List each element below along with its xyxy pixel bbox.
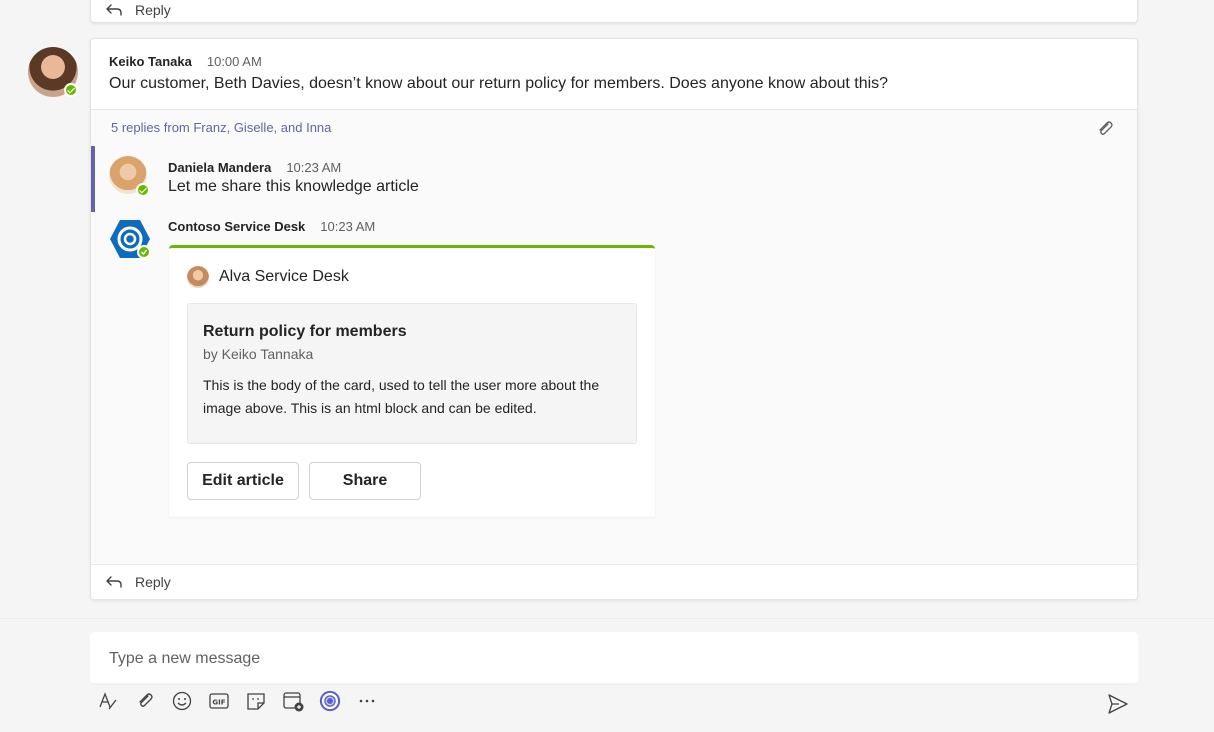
- message-text: Let me share this knowledge article: [168, 178, 419, 195]
- compose-divider: [0, 618, 1214, 619]
- replies-summary-link[interactable]: 5 replies from Franz, Giselle, and Inna: [111, 120, 331, 135]
- gif-icon[interactable]: GIF: [207, 689, 231, 713]
- compose-toolbar: GIF: [96, 689, 379, 713]
- share-button[interactable]: Share: [309, 462, 421, 500]
- svg-text:GIF: GIF: [212, 699, 225, 707]
- attach-icon[interactable]: [133, 689, 157, 713]
- service-desk-app-icon[interactable]: [318, 689, 342, 713]
- reply-label: Reply: [135, 574, 171, 590]
- article-body: This is the body of the card, used to te…: [203, 377, 600, 416]
- presence-available-icon: [136, 183, 150, 197]
- avatar-daniela-mandera[interactable]: [109, 156, 150, 197]
- card-source-name: Alva Service Desk: [219, 268, 349, 285]
- edit-article-button[interactable]: Edit article: [187, 462, 299, 500]
- message-author: Contoso Service Desk: [168, 219, 306, 234]
- message-author: Keiko Tanaka: [109, 54, 192, 69]
- conversation-thread: Keiko Tanaka 10:00 AM Our customer, Beth…: [90, 38, 1138, 600]
- message-text: Our customer, Beth Davies, doesn’t know …: [109, 75, 889, 92]
- unread-accent-bar: [91, 146, 95, 212]
- schedule-meeting-icon[interactable]: [281, 689, 305, 713]
- format-icon[interactable]: [96, 689, 120, 713]
- reply-message[interactable]: Daniela Mandera 10:23 AM Let me share th…: [91, 146, 1137, 212]
- root-message[interactable]: Keiko Tanaka 10:00 AM Our customer, Beth…: [91, 39, 1137, 110]
- thread-reply-button[interactable]: Reply: [91, 564, 1137, 599]
- more-options-icon[interactable]: [355, 689, 379, 713]
- article-title: Return policy for members: [203, 323, 407, 340]
- avatar-alva: [187, 266, 209, 288]
- previous-thread-reply-button[interactable]: Reply: [90, 0, 1138, 23]
- reply-arrow-icon: [106, 576, 122, 588]
- message-timestamp: 10:00 AM: [206, 54, 262, 69]
- sticker-icon[interactable]: [244, 689, 268, 713]
- reply-label: Reply: [135, 2, 171, 18]
- adaptive-card: Alva Service Desk Return policy for memb…: [169, 245, 655, 517]
- presence-available-icon: [64, 83, 78, 97]
- article-byline: by Keiko Tannaka: [203, 346, 314, 362]
- attachment-icon[interactable]: [1095, 119, 1115, 139]
- contoso-service-desk-icon[interactable]: [109, 219, 151, 259]
- send-icon[interactable]: [1106, 692, 1130, 716]
- compose-placeholder: Type a new message: [109, 650, 261, 667]
- compose-message-input[interactable]: Type a new message: [90, 632, 1138, 685]
- article-preview[interactable]: Return policy for members by Keiko Tanna…: [187, 303, 637, 444]
- message-timestamp: 10:23 AM: [286, 160, 342, 175]
- avatar-keiko-tanaka[interactable]: [28, 47, 78, 97]
- message-timestamp: 10:23 AM: [320, 219, 376, 234]
- message-author: Daniela Mandera: [168, 160, 272, 175]
- reply-arrow-icon: [106, 4, 122, 16]
- emoji-icon[interactable]: [170, 689, 194, 713]
